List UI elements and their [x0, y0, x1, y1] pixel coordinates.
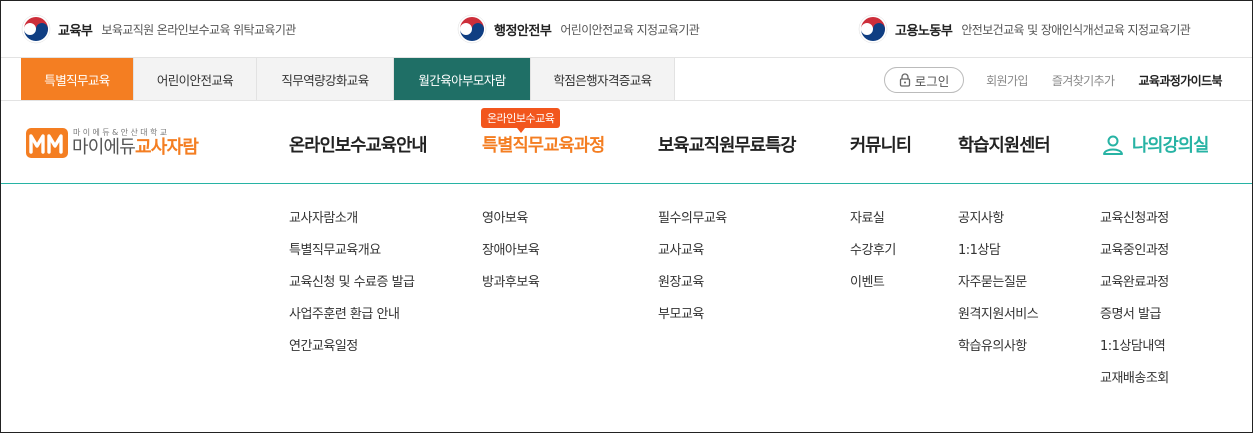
submenu-item[interactable]: 자료실 [850, 210, 896, 242]
submenu-item[interactable]: 특별직무교육개요 [289, 242, 415, 274]
submenu-item[interactable]: 원장교육 [658, 274, 727, 306]
agency-desc: 안전보건교육 및 장애인식개선교육 지정교육기관 [961, 22, 1191, 37]
submenu-community: 자료실 수강후기 이벤트 [850, 210, 896, 306]
submenu-item[interactable]: 교육중인과정 [1100, 242, 1169, 274]
submenu-item[interactable]: 방과후보육 [482, 274, 540, 306]
online-training-badge: 온라인보수교육 [481, 108, 561, 133]
person-icon [1103, 135, 1123, 155]
submenu-item[interactable]: 1:1상담 [958, 242, 1038, 274]
site-logo[interactable]: 마이에듀&안산대학교 마이에듀교사자람 [26, 127, 199, 158]
page-frame: 교육부 보육교직원 온라인보수교육 위탁교육기관 행정안전부 어린이안전교육 지… [0, 0, 1253, 433]
category-tabs: 특별직무교육 어린이안전교육 직무역량강화교육 월간육아부모자람 학점은행자격증… [21, 58, 675, 100]
submenu-item[interactable]: 사업주훈련 환급 안내 [289, 306, 415, 338]
submenu-item[interactable]: 교재배송조회 [1100, 370, 1169, 402]
login-label: 로그인 [914, 73, 950, 89]
agency-name: 고용노동부 [895, 23, 953, 39]
submenu-item[interactable]: 1:1상담내역 [1100, 338, 1169, 370]
submenu-item[interactable]: 증명서 발급 [1100, 306, 1169, 338]
submenu-item[interactable]: 영아보육 [482, 210, 539, 242]
submenu-item[interactable]: 수강후기 [850, 242, 896, 274]
menu-free-lecture[interactable]: 보육교직원무료특강 [658, 132, 797, 157]
logo-title-accent: 교사자람 [135, 137, 199, 158]
submenu-learning-support: 공지사항 1:1상담 자주묻는질문 원격지원서비스 학습유의사항 [958, 210, 1039, 370]
agency-mois[interactable]: 행정안전부 어린이안전교육 지정교육기관 [457, 13, 700, 45]
submenu-special-course: 영아보육 장애아보육 방과후보육 [482, 210, 540, 306]
submenu-item[interactable]: 원격지원서비스 [958, 306, 1039, 338]
submenu-item[interactable]: 장애아보육 [482, 242, 540, 274]
korea-government-seal-icon [858, 14, 888, 44]
submenu-item[interactable]: 교사자람소개 [289, 210, 415, 242]
top-nav: 특별직무교육 어린이안전교육 직무역량강화교육 월간육아부모자람 학점은행자격증… [1, 57, 1252, 101]
submenu-item[interactable]: 교사교육 [658, 242, 727, 274]
submenu-item[interactable]: 연간교육일정 [289, 338, 415, 370]
login-button[interactable]: 로그인 [884, 67, 965, 93]
mega-menu: 교사자람소개 특별직무교육개요 교육신청 및 수료증 발급 사업주훈련 환급 안… [1, 185, 1252, 432]
submenu-item[interactable]: 필수의무교육 [658, 210, 727, 242]
submenu-item[interactable]: 이벤트 [850, 274, 896, 306]
agency-desc: 보육교직원 온라인보수교육 위탁교육기관 [101, 22, 296, 37]
agency-bar: 교육부 보육교직원 온라인보수교육 위탁교육기관 행정안전부 어린이안전교육 지… [1, 1, 1252, 57]
main-header: 마이에듀&안산대학교 마이에듀교사자람 온라인보수교육 온라인보수교육안내 특별… [1, 101, 1252, 184]
tab-credit-bank[interactable]: 학점은행자격증교육 [531, 58, 675, 100]
submenu-free-lecture: 필수의무교육 교사교육 원장교육 부모교육 [658, 210, 727, 338]
submenu-item[interactable]: 교육신청 및 수료증 발급 [289, 274, 415, 306]
submenu-item[interactable]: 교육신청과정 [1100, 210, 1169, 242]
menu-special-course[interactable]: 특별직무교육과정 [482, 132, 605, 157]
korea-government-seal-icon [457, 14, 487, 44]
agency-name: 행정안전부 [494, 23, 552, 39]
agency-moe[interactable]: 교육부 보육교직원 온라인보수교육 위탁교육기관 [21, 13, 296, 45]
menu-my-classroom[interactable]: 나의강의실 [1102, 132, 1209, 157]
submenu-item[interactable]: 자주묻는질문 [958, 274, 1038, 306]
logo-title: 마이에듀교사자람 [72, 137, 199, 158]
logo-title-prefix: 마이에듀 [72, 137, 136, 158]
tab-job-competency[interactable]: 직무역량강화교육 [257, 58, 394, 100]
guidebook-link[interactable]: 교육과정가이드북 [1138, 72, 1222, 89]
agency-desc: 어린이안전교육 지정교육기관 [560, 22, 700, 37]
korea-government-seal-icon [21, 14, 51, 44]
favorite-link[interactable]: 즐겨찾기추가 [1052, 72, 1115, 89]
menu-learning-support[interactable]: 학습지원센터 [958, 132, 1051, 157]
agency-name: 교육부 [58, 23, 93, 39]
submenu-item[interactable]: 교육완료과정 [1100, 274, 1169, 306]
menu-community[interactable]: 커뮤니티 [850, 132, 912, 157]
submenu-online-guide: 교사자람소개 특별직무교육개요 교육신청 및 수료증 발급 사업주훈련 환급 안… [289, 210, 415, 370]
tab-monthly-parenting[interactable]: 월간육아부모자람 [394, 58, 531, 100]
logo-mark-icon [26, 127, 68, 158]
tab-child-safety[interactable]: 어린이안전교육 [134, 58, 257, 100]
join-link[interactable]: 회원가입 [986, 72, 1028, 89]
submenu-item[interactable]: 공지사항 [958, 210, 1038, 242]
menu-my-classroom-label: 나의강의실 [1132, 136, 1209, 156]
menu-online-guide[interactable]: 온라인보수교육안내 [289, 132, 428, 157]
submenu-item[interactable]: 학습유의사항 [958, 338, 1038, 370]
submenu-item[interactable]: 부모교육 [658, 306, 727, 338]
submenu-my-classroom: 교육신청과정 교육중인과정 교육완료과정 증명서 발급 1:1상담내역 교재배송… [1100, 210, 1169, 402]
agency-moel[interactable]: 고용노동부 안전보건교육 및 장애인식개선교육 지정교육기관 [858, 13, 1191, 45]
utility-links: 로그인 회원가입 즐겨찾기추가 교육과정가이드북 [884, 67, 1223, 93]
lock-icon [899, 73, 910, 87]
tab-special-duty[interactable]: 특별직무교육 [21, 58, 134, 100]
